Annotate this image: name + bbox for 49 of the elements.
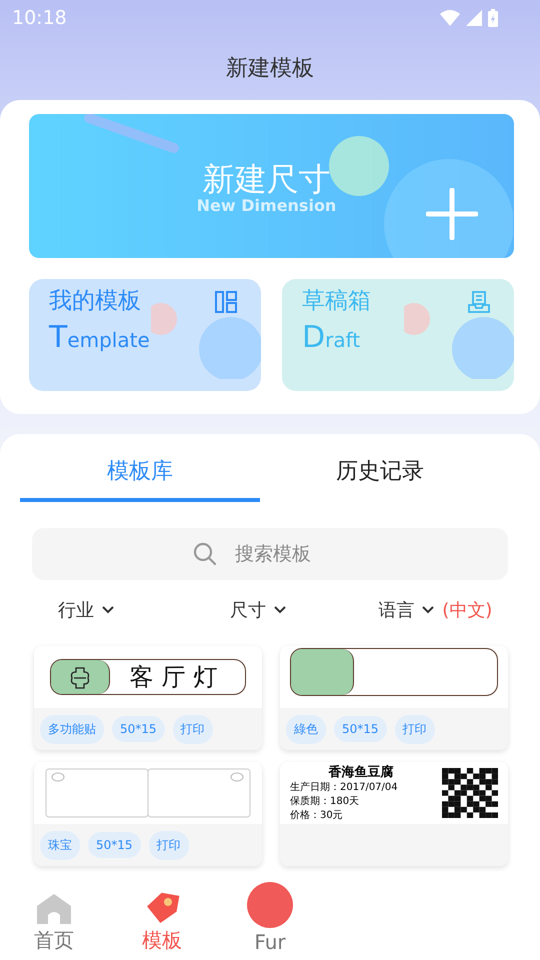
chevron-down-icon	[274, 606, 286, 614]
label-text: 保质期：180天	[290, 795, 360, 809]
template-tag: 綠色	[286, 714, 326, 744]
chevron-down-icon	[102, 606, 114, 614]
tab[interactable]: 模板库	[20, 434, 260, 502]
filter-dropdown[interactable]: 行业	[58, 586, 196, 634]
filter-dropdown[interactable]: 语言 (中文)	[334, 586, 500, 634]
filter-dropdown[interactable]: 尺寸	[196, 586, 334, 634]
shortcut-title: 我的模板	[49, 287, 141, 316]
template-tag: 多功能贴	[40, 714, 104, 744]
banner-title: 新建尺寸	[202, 158, 330, 198]
label-thumbnail[interactable]: 珠宝 50*15 打印	[34, 762, 262, 866]
template-tag: 珠宝	[40, 830, 80, 860]
template-tag: 50*15	[112, 716, 165, 742]
label-thumbnail[interactable]: 客厅灯 多功能贴 50*15 打印	[34, 646, 262, 750]
layout-icon	[215, 291, 237, 313]
nav-item[interactable]: 首页	[0, 878, 108, 960]
template-tag: 打印	[172, 714, 213, 744]
page-title: 新建模板	[226, 55, 314, 83]
nav-item[interactable]: 模板	[108, 878, 216, 960]
label-thumbnail[interactable]: 綠色 50*15 打印	[280, 646, 508, 750]
home-icon	[36, 893, 72, 925]
template-tag: 50*15	[334, 716, 387, 742]
nav-item[interactable]: Fur	[216, 878, 324, 960]
template-shortcut[interactable]: 我的模板 Template	[29, 279, 261, 391]
tab[interactable]: 历史记录	[260, 434, 500, 502]
qr-code-drawing	[442, 768, 498, 818]
label-text: 生产日期：2017/07/04	[290, 781, 399, 795]
template-tag: 打印	[394, 714, 435, 744]
inbox-icon	[468, 291, 490, 313]
shortcut-title: 草稿箱	[302, 287, 371, 316]
label-text: 香海鱼豆腐	[328, 764, 394, 781]
chevron-down-icon	[422, 606, 434, 614]
signal-icon	[466, 10, 482, 26]
label-text: 价格：30元	[290, 809, 344, 823]
label-thumbnail[interactable]: 香海鱼豆腐 生产日期：2017/07/04 保质期：180天 价格：30元	[280, 762, 508, 866]
circle-icon	[247, 882, 293, 928]
label-preview: 客厅灯	[50, 659, 246, 695]
shortcut-english: Template	[49, 320, 150, 355]
template-tag: 50*15	[88, 832, 141, 858]
wifi-icon	[440, 10, 460, 26]
banner-subtitle: New Dimension	[196, 196, 336, 214]
plus-icon	[426, 188, 478, 240]
shortcut-english: Draft	[302, 320, 360, 355]
template-tag: 打印	[148, 830, 189, 860]
search-icon	[193, 542, 217, 566]
battery-icon	[488, 9, 498, 27]
search-input[interactable]: 搜索模板	[233, 542, 347, 566]
status-time: 10:18	[12, 7, 67, 29]
